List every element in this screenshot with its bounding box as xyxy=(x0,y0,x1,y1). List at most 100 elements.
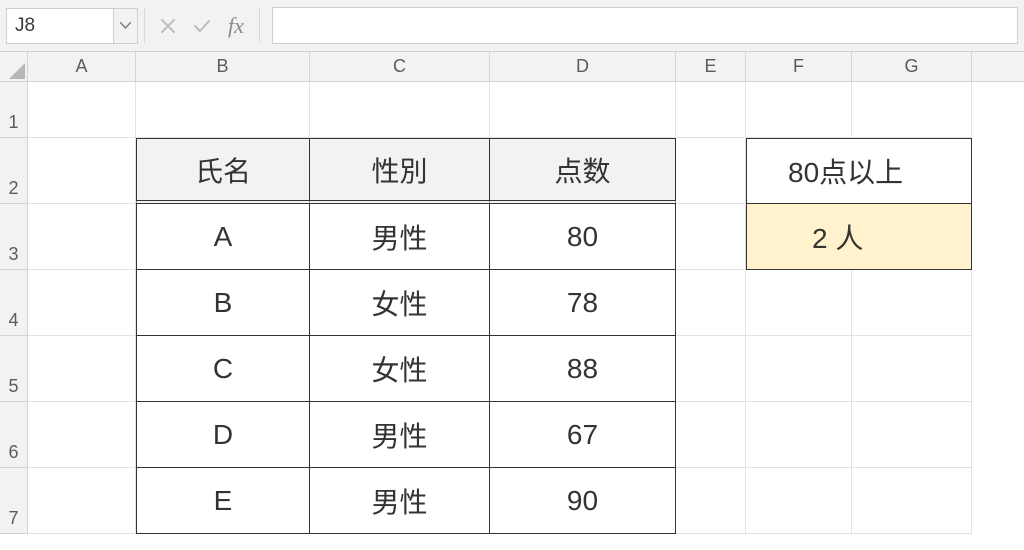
insert-function-button[interactable]: fx xyxy=(219,0,253,51)
row-header-label: 4 xyxy=(8,310,18,331)
cell[interactable] xyxy=(28,336,136,402)
cancel-button[interactable] xyxy=(151,0,185,51)
cell[interactable] xyxy=(852,82,972,138)
cell[interactable] xyxy=(676,468,746,534)
cell[interactable] xyxy=(676,204,746,270)
cell[interactable] xyxy=(28,204,136,270)
table-cell-score[interactable]: 90 xyxy=(490,468,676,534)
spreadsheet-grid[interactable]: A B C D E F G 1 2 氏名 性別 点数 80点以上 xyxy=(0,52,1024,550)
cell[interactable] xyxy=(28,270,136,336)
cell[interactable] xyxy=(852,336,972,402)
cell-value: A xyxy=(214,221,233,253)
column-header[interactable]: G xyxy=(852,52,972,81)
table-header-gender[interactable]: 性別 xyxy=(310,138,490,204)
column-header-label: A xyxy=(75,56,87,77)
enter-button[interactable] xyxy=(185,0,219,51)
column-header-label: E xyxy=(704,56,716,77)
cell-value: 2 人 xyxy=(812,217,863,257)
row-header[interactable]: 1 xyxy=(0,82,28,138)
table-cell-name[interactable]: E xyxy=(136,468,310,534)
table-cell-score[interactable]: 78 xyxy=(490,270,676,336)
formula-bar: J8 fx xyxy=(0,0,1024,52)
select-all-button[interactable] xyxy=(0,52,28,81)
column-header[interactable]: A xyxy=(28,52,136,81)
column-header[interactable]: D xyxy=(490,52,676,81)
cell-value: 女性 xyxy=(371,349,427,389)
cell[interactable] xyxy=(136,82,310,138)
grid-row: 3 A 男性 80 2 人 xyxy=(0,204,1024,270)
cell[interactable] xyxy=(676,402,746,468)
table-cell-name[interactable]: D xyxy=(136,402,310,468)
table-cell-score[interactable]: 88 xyxy=(490,336,676,402)
table-cell-gender[interactable]: 女性 xyxy=(310,270,490,336)
table-header-score[interactable]: 点数 xyxy=(490,138,676,204)
name-box[interactable]: J8 xyxy=(6,8,114,44)
row-header[interactable]: 2 xyxy=(0,138,28,204)
chevron-down-icon xyxy=(120,22,131,29)
cell-value: 男性 xyxy=(371,481,427,521)
column-header[interactable]: C xyxy=(310,52,490,81)
cell-value: 点数 xyxy=(554,150,610,190)
cell-value: E xyxy=(214,485,233,517)
cell-value: C xyxy=(213,353,233,385)
table-cell-name[interactable]: B xyxy=(136,270,310,336)
cell-value: 男性 xyxy=(371,415,427,455)
separator xyxy=(259,8,260,43)
cell[interactable] xyxy=(676,336,746,402)
grid-row: 2 氏名 性別 点数 80点以上 xyxy=(0,138,1024,204)
table-cell-gender[interactable]: 男性 xyxy=(310,204,490,270)
formula-input[interactable] xyxy=(272,7,1018,44)
row-header-label: 1 xyxy=(8,112,18,133)
row-header[interactable]: 5 xyxy=(0,336,28,402)
cell-value: 女性 xyxy=(371,283,427,323)
table-header-name[interactable]: 氏名 xyxy=(136,138,310,204)
cell-value: B xyxy=(214,287,233,319)
table-cell-score[interactable]: 80 xyxy=(490,204,676,270)
cell[interactable] xyxy=(310,82,490,138)
fx-icon: fx xyxy=(228,13,244,39)
row-header[interactable]: 3 xyxy=(0,204,28,270)
cell[interactable] xyxy=(746,402,852,468)
column-header[interactable]: F xyxy=(746,52,852,81)
cell[interactable] xyxy=(28,402,136,468)
grid-rows: 1 2 氏名 性別 点数 80点以上 3 A 男性 80 xyxy=(0,82,1024,534)
name-box-dropdown[interactable] xyxy=(114,8,138,44)
cell[interactable] xyxy=(28,468,136,534)
cell-value: 80 xyxy=(567,221,598,253)
table-cell-gender[interactable]: 男性 xyxy=(310,468,490,534)
cell[interactable] xyxy=(676,270,746,336)
cell[interactable] xyxy=(852,402,972,468)
column-header[interactable]: E xyxy=(676,52,746,81)
cell-value: 78 xyxy=(567,287,598,319)
grid-row: 5 C 女性 88 xyxy=(0,336,1024,402)
cell[interactable] xyxy=(28,82,136,138)
row-header[interactable]: 6 xyxy=(0,402,28,468)
cell[interactable] xyxy=(490,82,676,138)
cell[interactable] xyxy=(746,82,852,138)
x-icon xyxy=(160,18,176,34)
cell-value: 80点以上 xyxy=(788,151,903,191)
cell[interactable] xyxy=(746,468,852,534)
cell[interactable] xyxy=(676,82,746,138)
table-cell-name[interactable]: A xyxy=(136,204,310,270)
table-cell-gender[interactable]: 男性 xyxy=(310,402,490,468)
cell[interactable] xyxy=(746,270,852,336)
cell[interactable] xyxy=(852,270,972,336)
row-header[interactable]: 7 xyxy=(0,468,28,534)
cell[interactable] xyxy=(746,336,852,402)
row-header[interactable]: 4 xyxy=(0,270,28,336)
cell[interactable] xyxy=(676,138,746,204)
grid-row: 4 B 女性 78 xyxy=(0,270,1024,336)
table-cell-score[interactable]: 67 xyxy=(490,402,676,468)
summary-value-cell[interactable]: 2 人 xyxy=(852,204,972,270)
grid-row: 7 E 男性 90 xyxy=(0,468,1024,534)
column-header[interactable]: B xyxy=(136,52,310,81)
table-cell-gender[interactable]: 女性 xyxy=(310,336,490,402)
table-cell-name[interactable]: C xyxy=(136,336,310,402)
cell-value: 男性 xyxy=(371,217,427,257)
column-header-label: B xyxy=(216,56,228,77)
cell[interactable] xyxy=(852,468,972,534)
cell[interactable] xyxy=(28,138,136,204)
summary-label-cell[interactable]: 80点以上 xyxy=(852,138,972,204)
separator xyxy=(144,8,145,43)
